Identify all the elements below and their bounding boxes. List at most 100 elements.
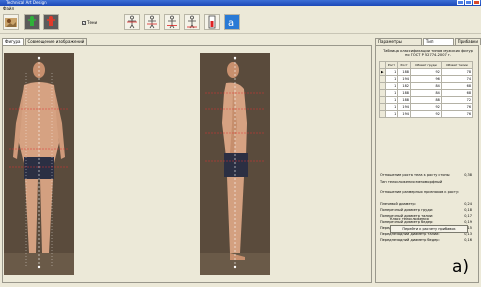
pose-side-icon — [147, 15, 157, 29]
table-cell[interactable]: 74 — [440, 75, 474, 83]
table-cell[interactable]: 88 — [409, 96, 442, 104]
classification-title-line2: по ГОСТ Р 52774-2007 г. — [405, 53, 451, 58]
left-tab-strip: Фигура Совмещение изображений — [2, 38, 88, 45]
table-cell[interactable]: 76 — [440, 110, 474, 118]
right-tab-strip: Параметры фигуры Тип фигуры Прибавки — [375, 38, 481, 50]
front-view-photo — [4, 53, 74, 275]
figure-green-button[interactable] — [24, 14, 40, 30]
svg-text:a: a — [228, 18, 234, 29]
class-label: Класс телосложения — [390, 217, 429, 221]
shadows-checkbox-box[interactable]: ✓ — [82, 20, 86, 25]
table-cell[interactable]: 194 — [397, 110, 411, 118]
pose-side-button[interactable] — [144, 14, 160, 30]
table-cell[interactable]: 1 — [384, 75, 399, 83]
height-ratio-label: Отношение роста тела к росту стопы — [380, 173, 450, 177]
menu-file[interactable]: Файл — [3, 6, 14, 11]
table-cell[interactable]: 78 — [440, 68, 474, 76]
side-figure-image — [200, 53, 270, 275]
table-header[interactable]: Рост — [397, 61, 411, 69]
table-cell[interactable]: 1 — [384, 82, 399, 90]
pose-front-icon — [127, 15, 137, 29]
table-cell[interactable]: 68 — [440, 89, 474, 97]
table-row[interactable]: 1 188 88 72 — [379, 96, 474, 104]
body-type-label: Тип телосложения: — [380, 180, 416, 184]
close-button[interactable] — [473, 0, 480, 5]
minimize-button[interactable] — [457, 0, 464, 5]
tab-figure-params[interactable]: Параметры фигуры — [375, 38, 422, 50]
height-ratio-row: Отношение роста тела к росту стопы 0,38 — [376, 172, 480, 178]
table-row[interactable]: 1 194 96 74 — [379, 75, 474, 83]
front-figure-image — [4, 53, 74, 275]
table-cell[interactable]: 1 — [384, 89, 399, 97]
body-type-row: Тип телосложения: мезоморфный — [376, 179, 480, 185]
table-row[interactable]: 1 194 92 76 — [379, 103, 474, 111]
table-cell[interactable]: 72 — [440, 96, 474, 104]
table-cell[interactable]: 1 — [384, 68, 399, 76]
measure-label: Переднезадний диаметр бедер: — [380, 238, 440, 242]
table-row[interactable]: 1 194 92 76 — [379, 110, 474, 118]
open-photo-icon — [5, 18, 17, 27]
tab-figure[interactable]: Фигура — [2, 38, 24, 45]
measure-tool-icon — [208, 15, 216, 29]
table-cell[interactable]: 84 — [409, 89, 442, 97]
signs-header-row: Отношение размерных признаков к росту: — [376, 189, 480, 195]
side-view-photo — [200, 53, 270, 275]
figure-type-panel: Таблица классификации типов мужских фигу… — [375, 45, 479, 283]
text-tool-button[interactable]: a — [224, 14, 240, 30]
measure-row: Переднезадний диаметр бедер: 0,16 — [376, 237, 480, 243]
figure-red-icon — [47, 16, 55, 26]
table-cell[interactable]: 194 — [397, 103, 411, 111]
pose-back-icon — [187, 15, 197, 29]
window-controls — [457, 0, 480, 5]
table-cell[interactable]: 1 — [384, 103, 399, 111]
pose-back-button[interactable] — [184, 14, 200, 30]
table-cell[interactable]: 188 — [397, 68, 411, 76]
open-photo-button[interactable] — [3, 14, 19, 30]
classification-title: Таблица классификации типов мужских фигу… — [380, 49, 476, 58]
go-to-allowances-button[interactable]: Перейти к расчету прибавок — [390, 225, 468, 233]
classification-table[interactable]: Рост Рост Обхват груди Обхват талии ▶ 1 18… — [379, 61, 474, 118]
window-title: Technical Art Design — [6, 0, 47, 5]
figure-view-pane — [2, 45, 372, 283]
table-cell[interactable]: 76 — [440, 103, 474, 111]
pose-front-button[interactable] — [124, 14, 140, 30]
table-cell[interactable]: 84 — [409, 82, 442, 90]
shadows-checkbox[interactable]: ✓ Тени — [82, 20, 97, 25]
table-header[interactable]: Обхват талии — [440, 61, 474, 69]
table-row[interactable]: 1 182 84 68 — [379, 82, 474, 90]
measure-value: 0,16 — [464, 238, 472, 242]
table-cell[interactable]: 188 — [397, 89, 411, 97]
figure-red-button[interactable] — [43, 14, 59, 30]
table-cell[interactable]: 188 — [397, 96, 411, 104]
table-header[interactable]: Обхват груди — [409, 61, 442, 69]
table-cell[interactable]: 68 — [440, 82, 474, 90]
tab-figure-type[interactable]: Тип фигуры — [422, 38, 454, 50]
tab-allowances[interactable]: Прибавки — [454, 38, 481, 45]
table-header-row: Рост Рост Обхват груди Обхват талии — [379, 61, 474, 69]
body-type-value: мезоморфный — [416, 180, 443, 184]
class-row: Класс телосложения — [376, 216, 480, 222]
table-cell[interactable]: 92 — [409, 103, 442, 111]
figure-green-icon — [28, 16, 36, 26]
text-tool-icon: a — [228, 18, 234, 29]
table-row[interactable]: 1 188 84 68 — [379, 89, 474, 97]
table-row[interactable]: ▶ 1 188 92 78 — [379, 68, 474, 76]
maximize-button[interactable] — [465, 0, 472, 5]
table-cell[interactable]: 182 — [397, 82, 411, 90]
table-cell[interactable]: 1 — [384, 110, 399, 118]
measure-tool-button[interactable] — [204, 14, 220, 30]
table-header[interactable]: Рост — [384, 61, 399, 69]
table-cell[interactable]: 92 — [409, 110, 442, 118]
figure-panel-label: a) — [452, 257, 470, 277]
table-cell[interactable]: 92 — [409, 68, 442, 76]
pose-arms-button[interactable] — [164, 14, 180, 30]
height-ratio-value: 0,38 — [464, 173, 472, 177]
shadows-checkbox-label: Тени — [87, 20, 98, 25]
toolbar: ✓ Тени a — [0, 12, 481, 34]
signs-header: Отношение размерных признаков к росту: — [380, 190, 460, 194]
table-cell[interactable]: 96 — [409, 75, 442, 83]
table-cell[interactable]: 194 — [397, 75, 411, 83]
tab-overlay[interactable]: Совмещение изображений — [24, 38, 88, 45]
table-cell[interactable]: 1 — [384, 96, 399, 104]
pose-arms-icon — [167, 15, 177, 29]
